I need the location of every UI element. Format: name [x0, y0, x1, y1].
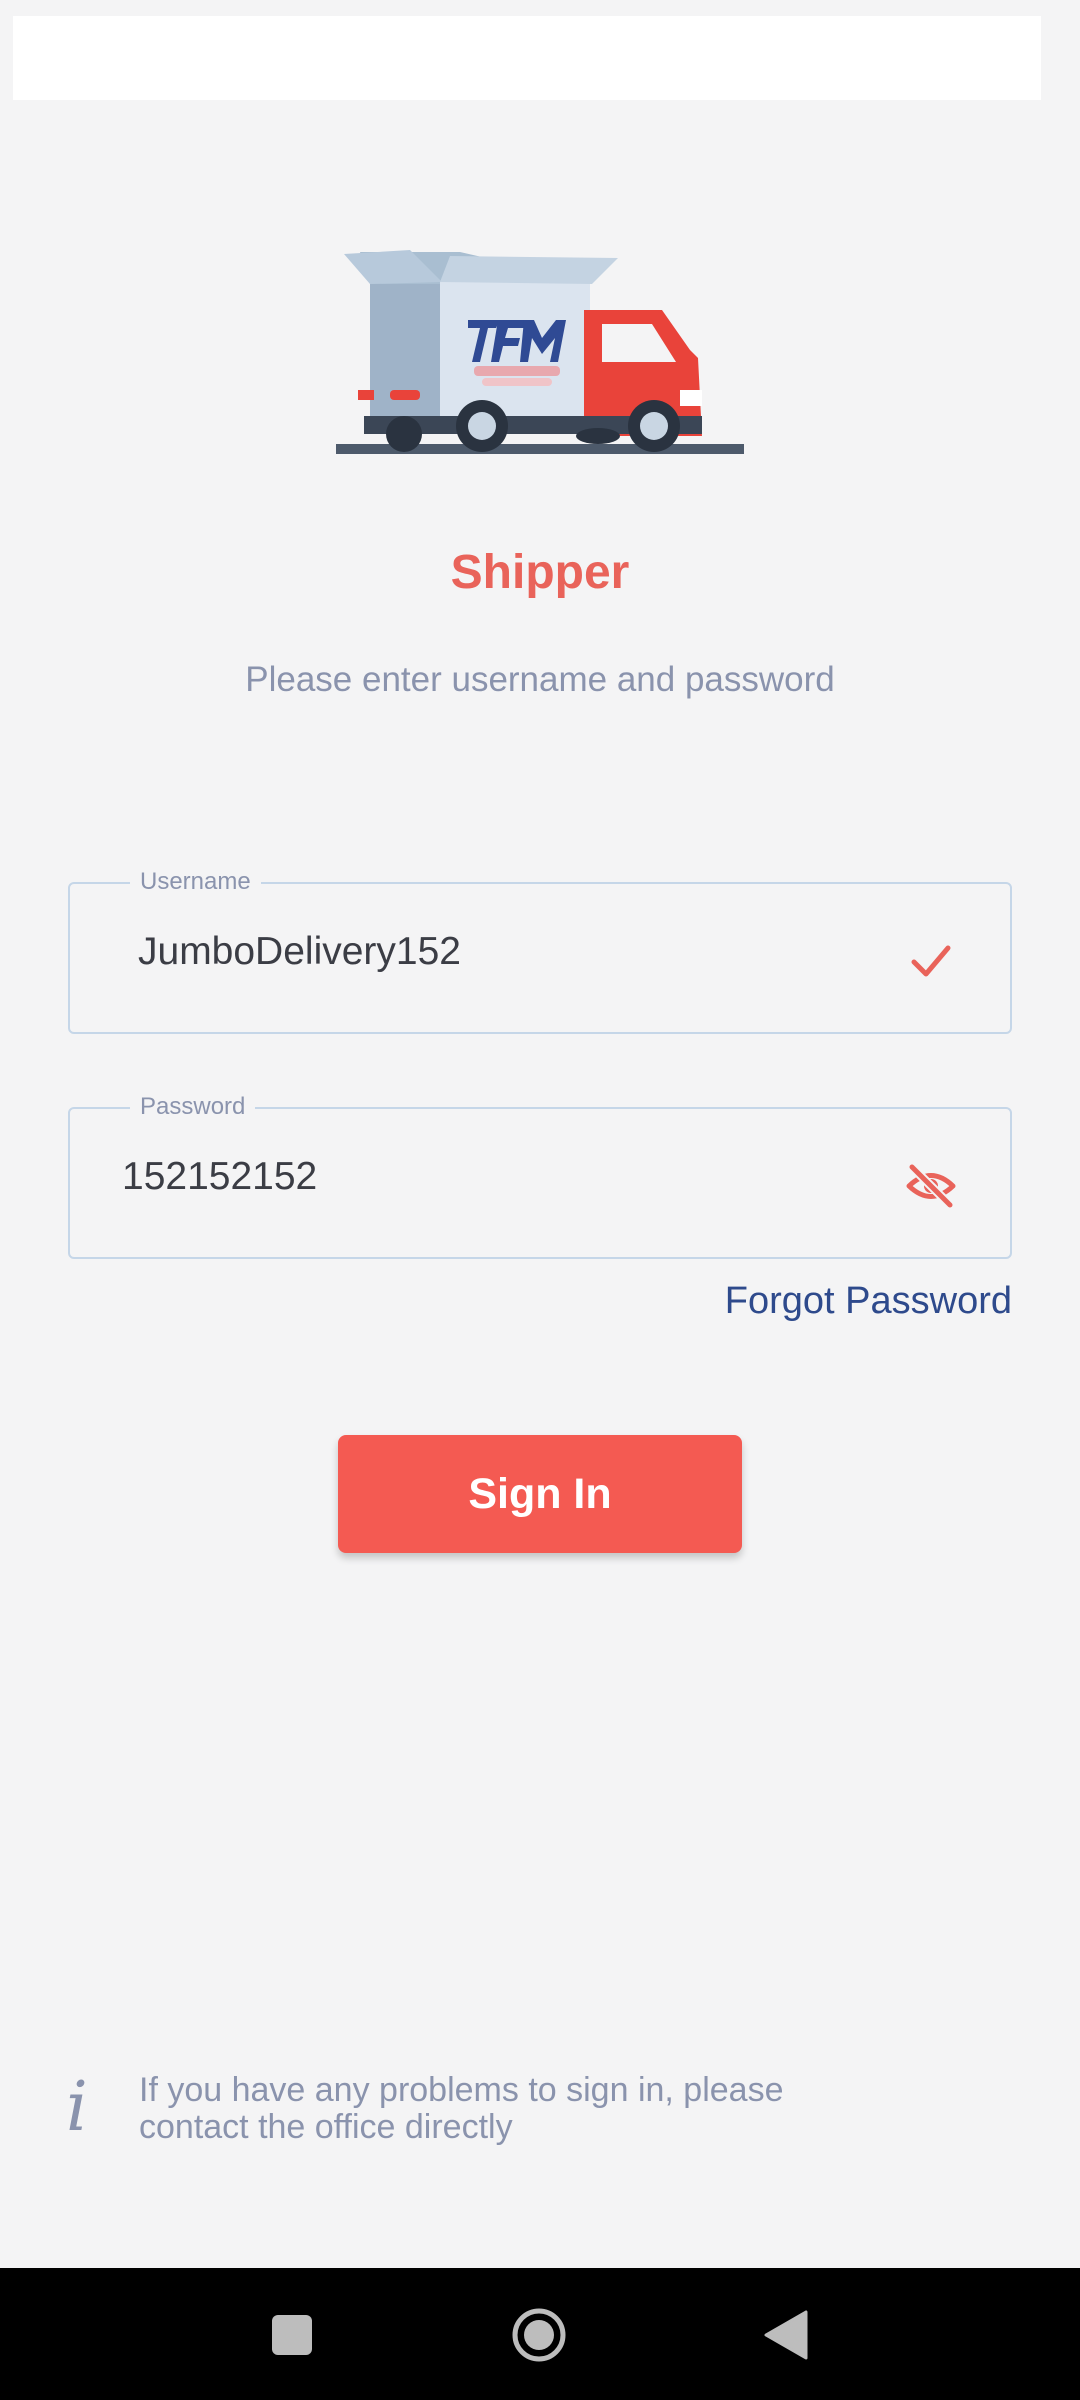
info-icon: i	[66, 2068, 88, 2147]
password-input[interactable]: 152152152	[122, 1149, 317, 1205]
recent-apps-icon[interactable]	[257, 2300, 327, 2370]
password-field[interactable]: Password 152152152	[68, 1093, 1012, 1259]
home-icon[interactable]	[504, 2300, 574, 2370]
username-field[interactable]: Username JumboDelivery152	[68, 868, 1012, 1034]
info-text: If you have any problems to sign in, ple…	[139, 2071, 784, 2146]
navigation-bar	[0, 2268, 1080, 2400]
status-bar	[13, 16, 1041, 100]
checkmark-icon	[904, 934, 958, 988]
eye-off-icon[interactable]	[904, 1159, 958, 1213]
app-subtitle: Please enter username and password	[245, 660, 835, 699]
delivery-truck-logo	[330, 240, 750, 470]
password-label: Password	[130, 1093, 256, 1121]
sign-in-button[interactable]: Sign In	[338, 1435, 742, 1553]
username-input[interactable]: JumboDelivery152	[138, 924, 461, 980]
back-icon[interactable]	[752, 2300, 822, 2370]
username-label: Username	[130, 868, 261, 896]
forgot-password-link[interactable]: Forgot Password	[725, 1280, 1012, 1323]
app-title: Shipper	[450, 546, 630, 599]
